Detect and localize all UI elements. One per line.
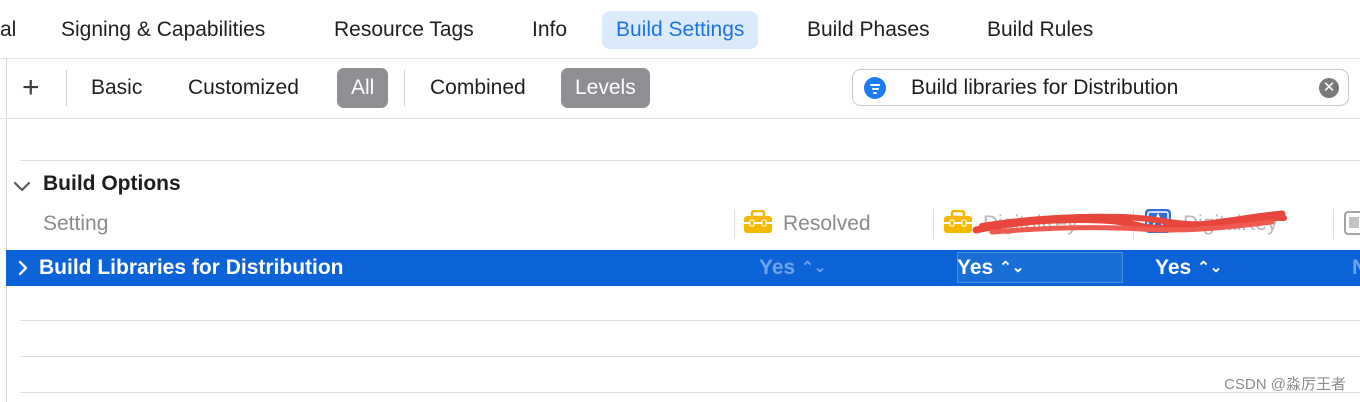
settings-search-field[interactable]: ✕: [852, 69, 1349, 106]
tab-build-rules[interactable]: Build Rules: [973, 11, 1107, 49]
add-setting-button[interactable]: +: [22, 72, 40, 104]
redaction-mark: [972, 210, 1287, 235]
tab-resource-tags[interactable]: Resource Tags: [320, 11, 488, 49]
setting-name: Build Libraries for Distribution: [39, 256, 344, 279]
chevron-down-icon[interactable]: [12, 176, 32, 196]
filter-icon[interactable]: [864, 77, 886, 99]
editor-tab-bar: al Signing & Capabilities Resource Tags …: [0, 0, 1360, 59]
row-divider: [20, 320, 1360, 321]
filter-all[interactable]: All: [337, 68, 389, 108]
row-divider: [20, 160, 1360, 161]
clear-icon[interactable]: ✕: [1319, 78, 1339, 98]
column-header-setting: Setting: [43, 212, 109, 235]
default-value: N: [1352, 256, 1360, 279]
column-divider: [933, 209, 934, 239]
filter-customized[interactable]: Customized: [174, 68, 313, 108]
tab-info[interactable]: Info: [518, 11, 581, 49]
target-value-popup[interactable]: Yes ⌃⌄: [957, 256, 1024, 280]
project-value-popup[interactable]: Yes ⌃⌄: [1155, 256, 1222, 280]
tab-general[interactable]: al: [0, 11, 30, 49]
tab-build-phases[interactable]: Build Phases: [793, 11, 944, 49]
config-icon: [1344, 211, 1360, 235]
tab-build-settings[interactable]: Build Settings: [602, 11, 759, 49]
column-header-resolved: Resolved: [783, 212, 871, 235]
column-divider: [1333, 209, 1334, 239]
toolbox-icon: [744, 210, 772, 233]
filter-combined[interactable]: Combined: [416, 68, 540, 108]
search-input[interactable]: [911, 73, 1301, 102]
watermark: CSDN @淼厉王者: [1224, 376, 1346, 393]
toolbar-divider: [66, 70, 67, 106]
row-divider: [20, 392, 1360, 393]
resolved-value: Yes ⌃⌄: [759, 256, 827, 279]
toolbox-icon: [944, 210, 972, 233]
toolbar-divider: [404, 70, 405, 106]
filter-levels[interactable]: Levels: [561, 68, 650, 108]
tab-signing-capabilities[interactable]: Signing & Capabilities: [47, 11, 279, 49]
section-title: Build Options: [43, 172, 181, 195]
filter-basic[interactable]: Basic: [77, 68, 156, 108]
table-row-build-libraries[interactable]: Build Libraries for Distribution Yes ⌃⌄ Y…: [6, 250, 1360, 286]
row-divider: [20, 356, 1360, 357]
column-divider: [734, 209, 735, 239]
chevron-right-icon[interactable]: [16, 259, 30, 277]
